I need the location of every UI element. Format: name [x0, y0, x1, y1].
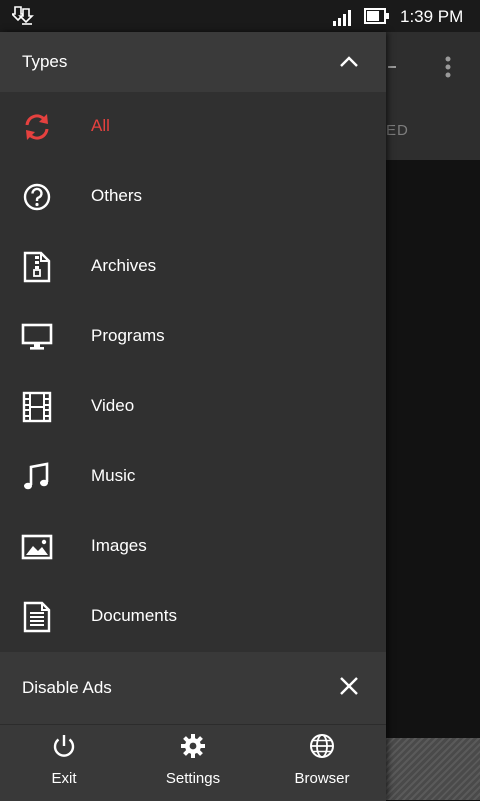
music-note-icon: [24, 462, 49, 490]
type-item-label: Images: [91, 536, 147, 555]
app-background: ED: [386, 32, 480, 800]
globe-icon: [310, 734, 334, 758]
image-icon: [21, 534, 53, 560]
settings-button[interactable]: Settings: [133, 725, 253, 801]
drawer-bottom-bar: Exit Settings Browser: [0, 724, 386, 801]
type-item-label: Others: [91, 186, 143, 205]
type-item-video[interactable]: Video: [0, 372, 386, 442]
type-item-images[interactable]: Images: [0, 512, 386, 582]
close-icon[interactable]: [338, 675, 360, 697]
type-item-label: Archives: [91, 256, 157, 275]
power-icon: [53, 735, 75, 757]
type-item-label: Documents: [91, 606, 177, 625]
battery-icon: [364, 8, 389, 24]
tab-partial-label[interactable]: ED: [386, 122, 409, 139]
type-item-label: Video: [91, 396, 135, 415]
type-item-label: All: [91, 116, 110, 135]
exit-label: Exit: [51, 770, 77, 787]
exit-button[interactable]: Exit: [4, 725, 124, 801]
type-item-label: Programs: [91, 326, 165, 345]
film-icon: [22, 391, 52, 423]
browser-label: Browser: [294, 770, 350, 787]
app-toolbar: ED: [386, 32, 480, 160]
question-circle-icon: [23, 183, 51, 211]
disable-ads-label: Disable Ads: [22, 678, 112, 697]
clock: 1:39 PM: [400, 7, 464, 26]
gear-icon: [181, 734, 205, 758]
signal-icon: [333, 10, 351, 26]
type-item-programs[interactable]: Programs: [0, 302, 386, 372]
type-item-archives[interactable]: Archives: [0, 232, 386, 302]
type-list: All Others Archives Programs Video Music…: [0, 92, 386, 652]
chevron-up-icon[interactable]: [338, 54, 360, 70]
type-item-others[interactable]: Others: [0, 162, 386, 232]
toolbar-partial-icon: [388, 66, 396, 68]
type-item-all[interactable]: All: [0, 92, 386, 162]
settings-label: Settings: [165, 770, 221, 787]
drawer-header[interactable]: Types: [0, 32, 386, 92]
type-item-label: Music: [91, 466, 136, 485]
monitor-icon: [21, 323, 53, 350]
app-bottom-strip: [386, 738, 480, 800]
disable-ads-row[interactable]: Disable Ads: [0, 652, 386, 724]
drawer-title: Types: [22, 52, 68, 71]
archive-file-icon: [23, 251, 51, 283]
type-item-documents[interactable]: Documents: [0, 582, 386, 652]
document-icon: [23, 601, 51, 633]
browser-button[interactable]: Browser: [262, 725, 382, 801]
type-item-music[interactable]: Music: [0, 442, 386, 512]
overflow-menu-icon[interactable]: [444, 56, 452, 78]
status-bar: 1:39 PM: [0, 0, 480, 32]
download-notification-icon: [12, 6, 34, 25]
sync-icon: [25, 114, 49, 140]
navigation-drawer: Types All Others Archives Programs Video…: [0, 32, 386, 801]
